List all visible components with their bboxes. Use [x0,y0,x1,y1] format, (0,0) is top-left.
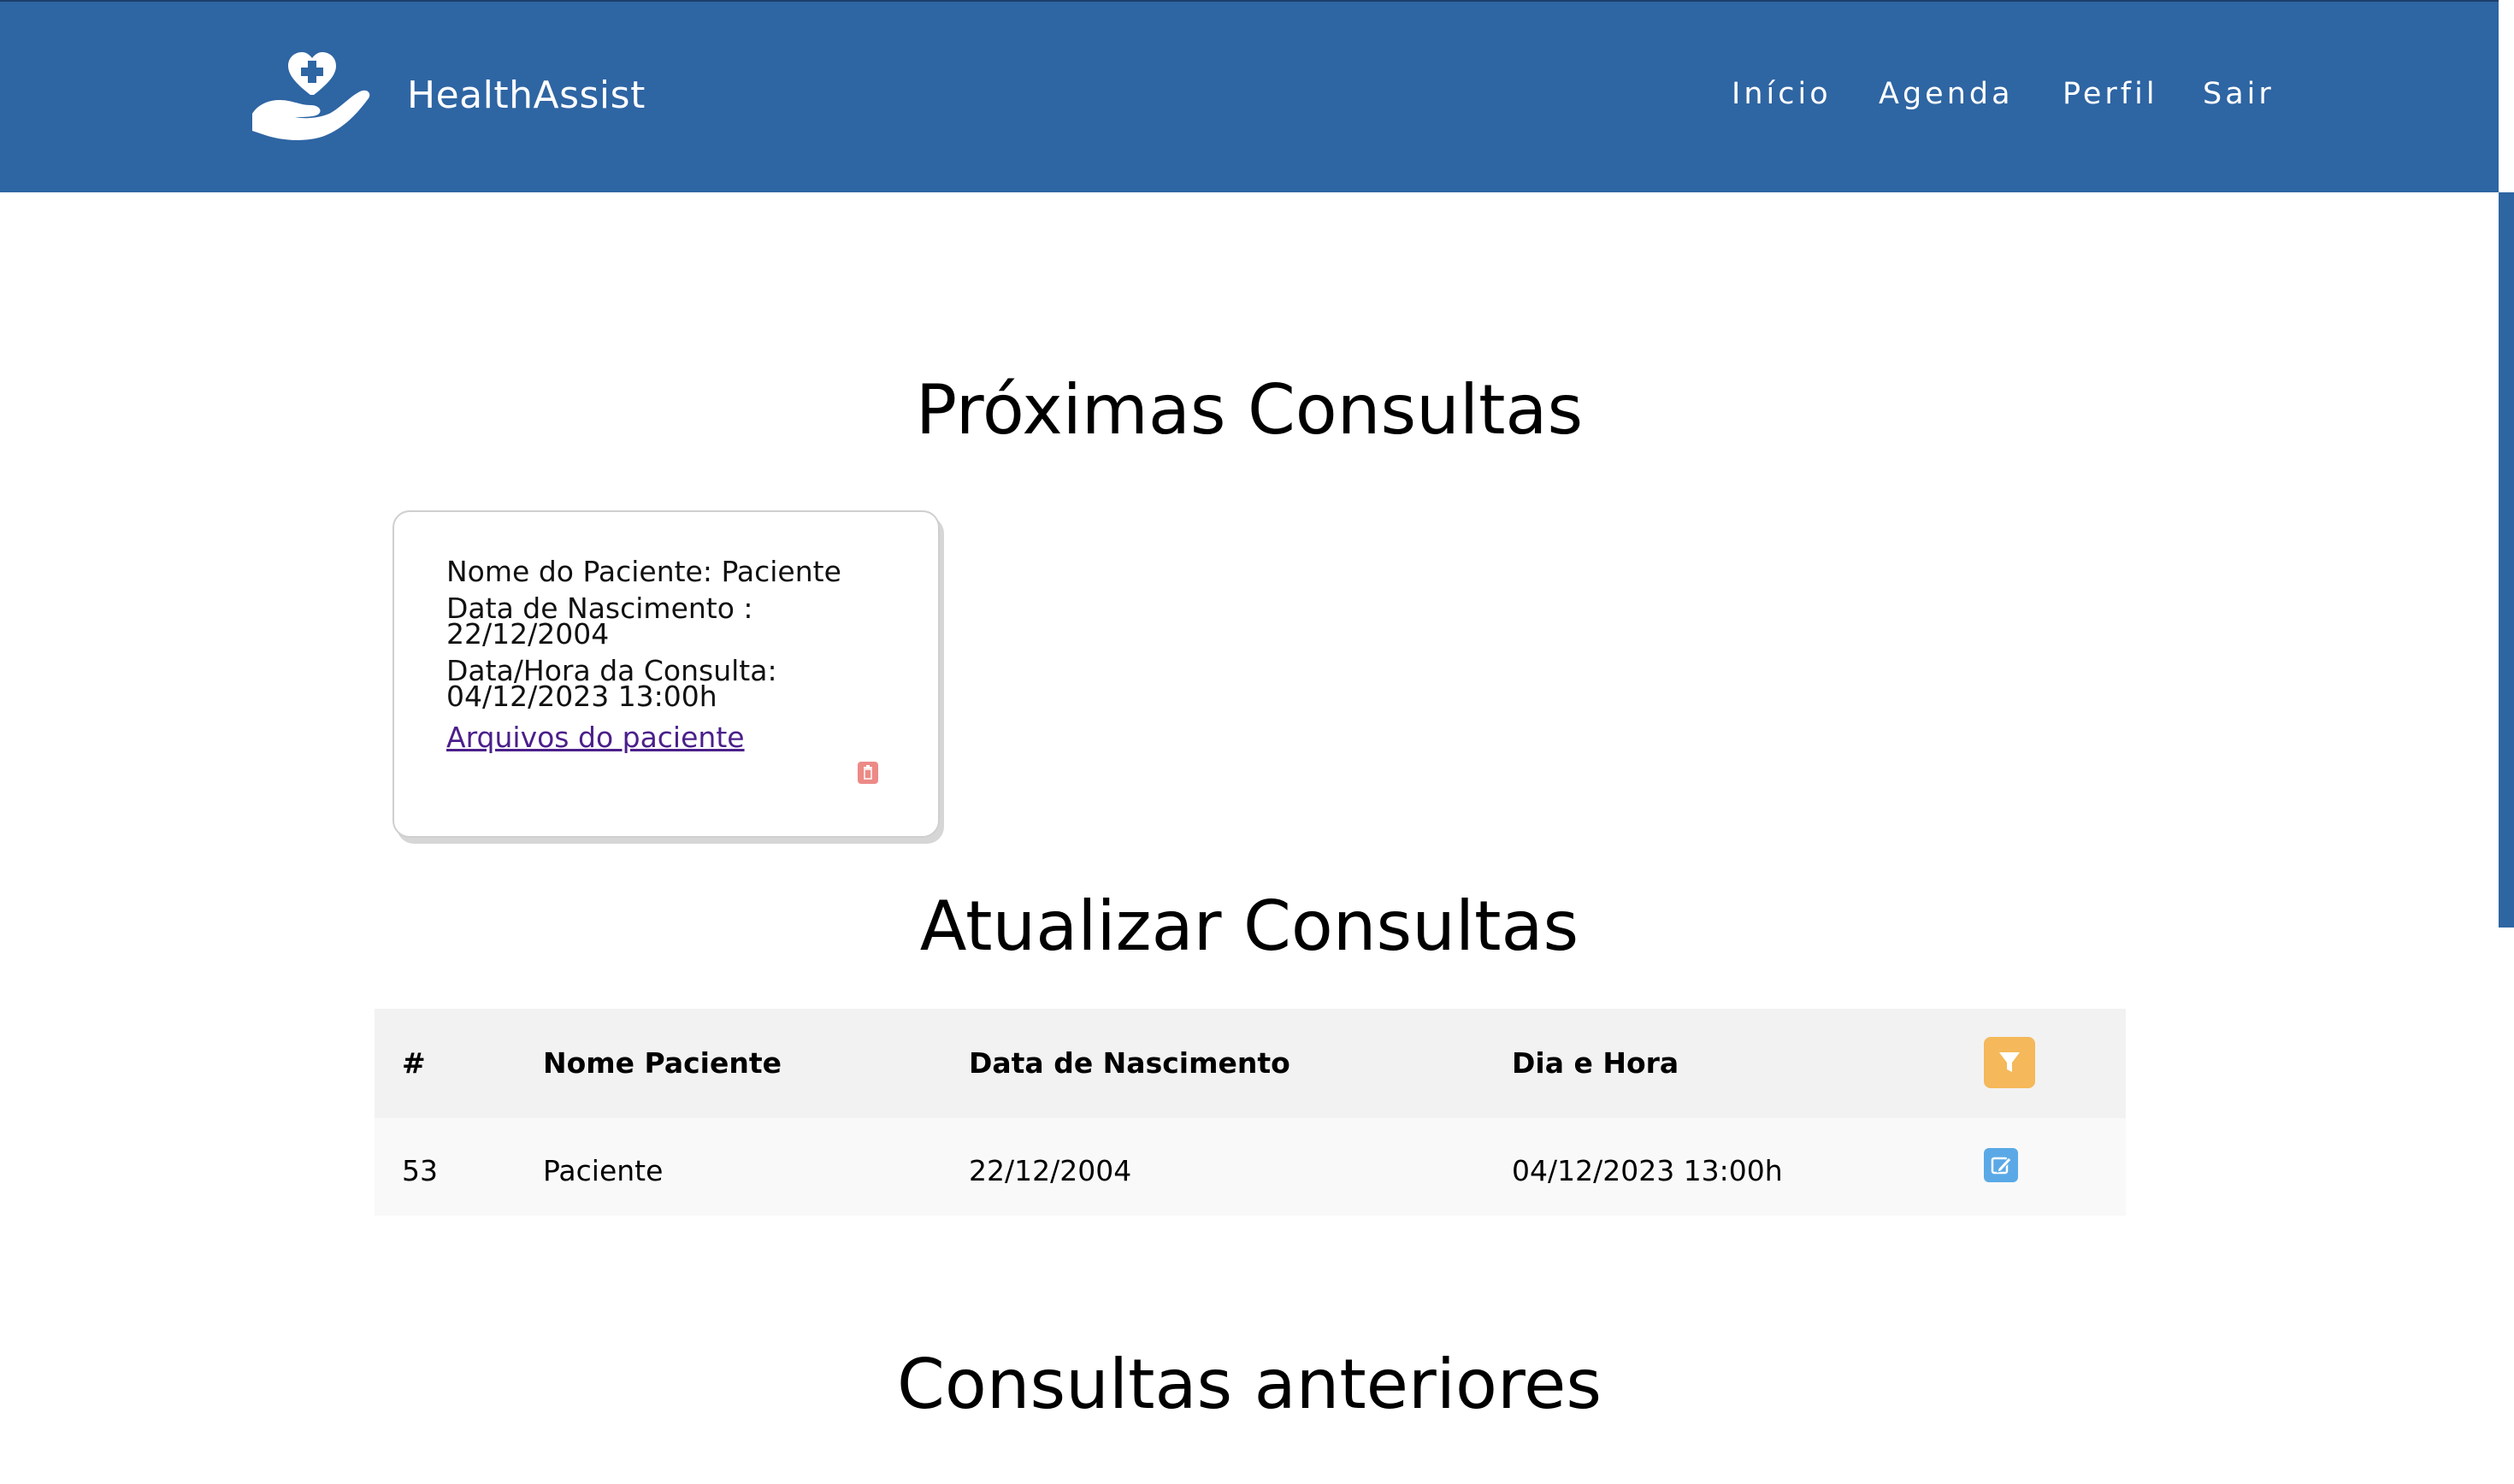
filter-button[interactable] [1984,1037,2035,1088]
card-patient-name: Nome do Paciente: Paciente [446,555,841,588]
delete-appointment-button[interactable] [858,762,878,784]
update-title: Atualizar Consultas [919,886,1579,966]
col-header-name: Nome Paciente [543,1046,782,1080]
nav-link-perfil[interactable]: Perfil [2063,77,2158,111]
trash-icon [864,765,872,780]
nav-link-sair[interactable]: Sair [2203,77,2275,111]
table-header: # Nome Paciente Data de Nascimento Dia e… [375,1009,2126,1118]
patient-files-link[interactable]: Arquivos do paciente [446,721,745,754]
cell-name: Paciente [543,1154,664,1187]
table-row: 53 Paciente 22/12/2004 04/12/2023 13:00h [375,1118,2126,1216]
nav-link-agenda[interactable]: Agenda [1879,77,2014,111]
cell-id: 53 [402,1154,438,1187]
card-birth-value: 22/12/2004 [446,617,610,651]
edit-icon [1991,1157,2012,1175]
cell-datetime: 04/12/2023 13:00h [1512,1154,1783,1187]
upcoming-title: Próximas Consultas [915,370,1584,450]
top-navbar: HealthAssist Início Agenda Perfil Sair [0,0,2499,192]
filter-icon [1999,1052,2020,1072]
col-header-id: # [402,1046,426,1080]
nav-link-inicio[interactable]: Início [1732,77,1832,111]
col-header-datetime: Dia e Hora [1512,1046,1679,1080]
edit-appointment-button[interactable] [1984,1148,2018,1182]
col-header-birth: Data de Nascimento [969,1046,1290,1080]
scrollbar-thumb[interactable] [2499,192,2514,928]
brand-name[interactable]: HealthAssist [407,74,646,117]
previous-title: Consultas anteriores [896,1345,1602,1424]
cell-birth: 22/12/2004 [969,1154,1132,1187]
appointment-card: Nome do Paciente: Paciente Data de Nasci… [392,510,940,838]
hand-heart-icon[interactable] [251,49,375,143]
card-datetime-value: 04/12/2023 13:00h [446,680,717,713]
